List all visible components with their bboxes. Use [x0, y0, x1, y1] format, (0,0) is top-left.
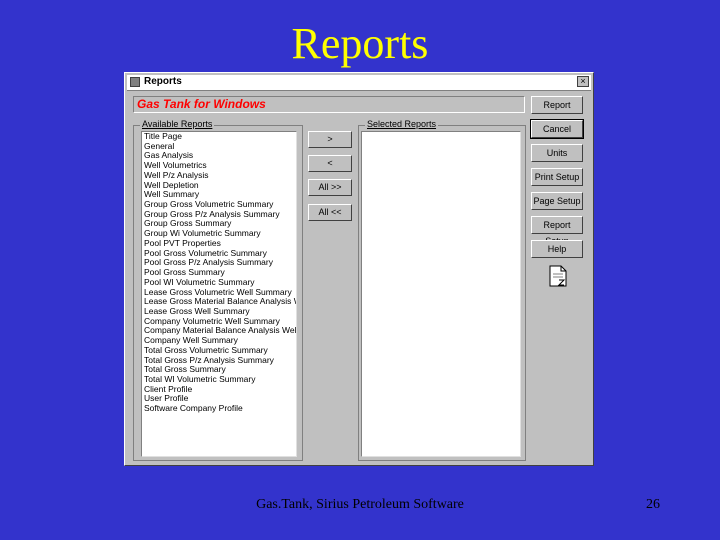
report-setup-button[interactable]: Report Setup — [531, 216, 583, 246]
units-button[interactable]: Units — [531, 144, 583, 162]
add-all-button[interactable]: All >> — [308, 179, 352, 196]
available-report-item[interactable]: Software Company Profile — [142, 403, 296, 414]
page-number: 26 — [646, 497, 660, 512]
report-button[interactable]: Report — [531, 96, 583, 114]
window-icon — [130, 77, 140, 87]
help-button[interactable]: Help — [531, 240, 583, 258]
close-button[interactable]: × — [577, 76, 589, 87]
slide-title: Reports — [291, 19, 429, 68]
document-icon[interactable] — [549, 265, 567, 287]
window-title: Reports — [144, 76, 182, 87]
cancel-button[interactable]: Cancel — [530, 119, 584, 139]
selected-reports-label: Selected Reports — [365, 119, 439, 129]
page-setup-button[interactable]: Page Setup — [531, 192, 583, 210]
title-bar: Reports × — [127, 75, 591, 91]
add-report-button[interactable]: > — [308, 131, 352, 148]
available-reports-list[interactable]: Title Page General Gas Analysis Well Volume… — [141, 131, 297, 457]
selected-reports-list[interactable] — [361, 131, 521, 457]
app-name-field: Gas Tank for Windows — [133, 96, 525, 113]
footer-text: Gas.Tank, Sirius Petroleum Software — [256, 497, 464, 512]
reports-dialog: Reports × Gas Tank for Windows Available… — [124, 72, 594, 466]
print-setup-button[interactable]: Print Setup — [531, 168, 583, 186]
remove-all-button[interactable]: All << — [308, 204, 352, 221]
available-reports-label: Available Reports — [140, 119, 215, 129]
remove-report-button[interactable]: < — [308, 155, 352, 172]
